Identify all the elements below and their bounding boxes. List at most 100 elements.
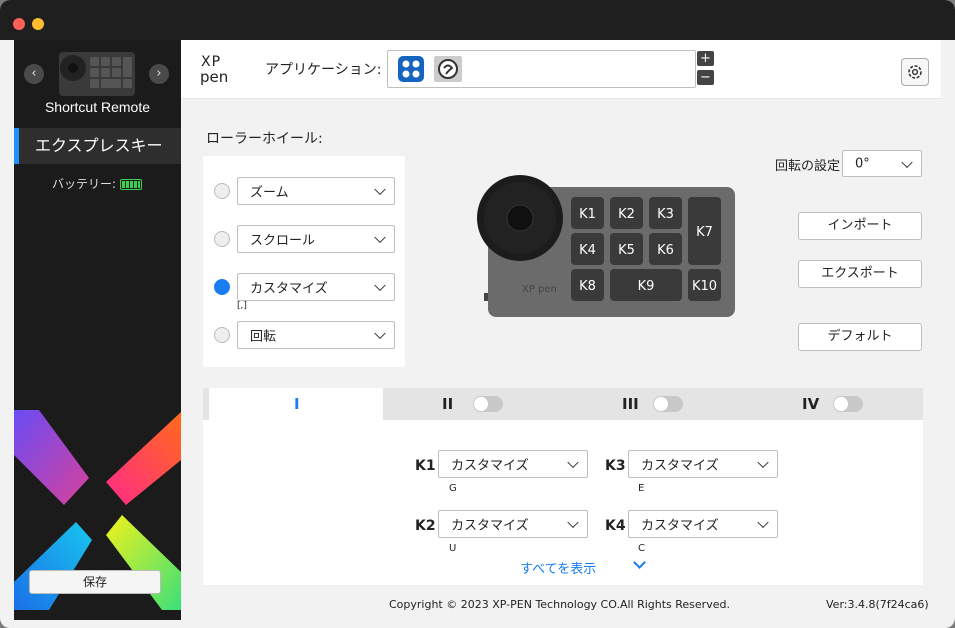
dropdown-value: スクロール <box>250 233 316 249</box>
main-panel: XP pen アプリケーション: + − ローラーホイール: ズーム スクロール… <box>181 40 941 620</box>
dropdown-value: カスタマイズ <box>250 281 328 297</box>
app-icon-clip-studio[interactable] <box>434 56 462 82</box>
dropdown-value: 回転 <box>250 329 277 345</box>
device-name: Shortcut Remote <box>44 99 151 115</box>
device-key-label: K3 <box>657 207 674 222</box>
chevron-down-icon <box>757 516 769 529</box>
application-label: アプリケーション: <box>265 62 382 78</box>
application-list[interactable] <box>387 50 696 88</box>
tab-label: I <box>294 395 300 413</box>
device-key-label: K2 <box>618 207 635 222</box>
chevron-down-icon <box>374 231 386 244</box>
next-device-button[interactable]: › <box>149 64 169 84</box>
chevron-down-icon <box>374 279 386 292</box>
radio-customize[interactable] <box>214 279 230 295</box>
dropdown-value: カスタマイズ <box>641 458 719 474</box>
device-key-label: K6 <box>657 243 674 258</box>
previous-device-button[interactable]: ‹ <box>24 64 44 84</box>
roller-dropdown-zoom[interactable]: ズーム <box>237 177 395 205</box>
device-key-label: K8 <box>579 279 596 294</box>
sidebar: ‹ › Shortcut Remote エクスプレスキー バッテリー: 保存 <box>14 40 181 620</box>
version-text: Ver:3.4.8(7f24ca6) <box>826 598 929 611</box>
key-label: K4 <box>605 518 626 534</box>
dropdown-value: カスタマイズ <box>451 518 529 534</box>
device-key-label: K4 <box>579 243 596 258</box>
tab-label: II <box>442 395 454 413</box>
roller-options-panel: ズーム スクロール カスタマイズ [,] 回転 <box>203 156 405 367</box>
show-all-link[interactable]: すべてを表示 <box>520 558 596 577</box>
key-label: K1 <box>415 458 436 474</box>
tab-label: III <box>622 395 639 413</box>
tab-set-2[interactable]: II <box>383 388 563 420</box>
xp-pen-logo: XP pen <box>200 54 228 86</box>
add-application-button[interactable]: + <box>697 51 714 66</box>
import-button[interactable]: インポート <box>798 212 922 240</box>
key-shortcut: U <box>449 543 457 554</box>
device-brand: XP pen <box>522 284 557 295</box>
svg-text:pen: pen <box>200 68 228 86</box>
radio-rotate[interactable] <box>214 327 230 343</box>
settings-button[interactable] <box>901 58 929 86</box>
roller-dropdown-rotate[interactable]: 回転 <box>237 321 395 349</box>
header: XP pen アプリケーション: + − <box>181 40 941 99</box>
battery-icon <box>120 179 143 190</box>
chevron-down-icon <box>374 183 386 196</box>
key-dropdown-k4[interactable]: カスタマイズ <box>628 510 778 538</box>
tab-label: IV <box>802 395 820 413</box>
device-key-label: K9 <box>638 279 655 294</box>
chevron-down-icon <box>567 516 579 529</box>
copyright-text: Copyright © 2023 XP-PEN Technology CO.Al… <box>389 598 730 611</box>
roller-dropdown-customize[interactable]: カスタマイズ <box>237 273 395 301</box>
rotation-setting-label: 回転の設定 <box>775 159 841 174</box>
chevron-down-icon <box>374 327 386 340</box>
remove-application-button[interactable]: − <box>697 70 714 85</box>
minimize-window-button[interactable] <box>32 18 44 30</box>
save-button[interactable]: 保存 <box>29 570 161 594</box>
selection-indicator <box>14 128 19 164</box>
battery-label: バッテリー: <box>52 177 117 191</box>
key-shortcut: C <box>638 543 645 554</box>
device-key-label: K5 <box>618 243 635 258</box>
custom-shortcut-note: [,] <box>237 301 247 311</box>
roller-dropdown-scroll[interactable]: スクロール <box>237 225 395 253</box>
export-button[interactable]: エクスポート <box>798 260 922 288</box>
chevron-down-icon <box>901 156 913 168</box>
chevron-down-icon <box>567 456 579 469</box>
toggle-set-2[interactable] <box>473 396 503 412</box>
device-illustration: XP pen K1 K2 K3 K4 K5 K6 K7 K8 K9 K10 <box>477 175 735 317</box>
chevron-down-icon[interactable] <box>633 556 646 569</box>
gear-icon <box>908 65 922 79</box>
dropdown-value: カスタマイズ <box>641 518 719 534</box>
radio-zoom[interactable] <box>214 183 230 199</box>
key-dropdown-k3[interactable]: カスタマイズ <box>628 450 778 478</box>
close-window-button[interactable] <box>13 18 25 30</box>
device-key-label: K10 <box>692 279 717 294</box>
key-shortcut: G <box>449 483 457 494</box>
toggle-set-3[interactable] <box>653 396 683 412</box>
sidebar-item-label: エクスプレスキー <box>35 136 163 155</box>
dropdown-value: ズーム <box>250 185 289 201</box>
key-dropdown-k1[interactable]: カスタマイズ <box>438 450 588 478</box>
title-bar <box>0 0 955 40</box>
key-dropdown-k2[interactable]: カスタマイズ <box>438 510 588 538</box>
device-key-label: K7 <box>696 225 713 240</box>
key-shortcut: E <box>638 483 645 494</box>
toggle-set-4[interactable] <box>833 396 863 412</box>
key-set-tabs: I II III IV <box>203 388 923 420</box>
battery-status: バッテリー: <box>52 175 143 192</box>
key-settings-panel: K1 カスタマイズ G K3 カスタマイズ E K2 カスタマイズ U K4 カ… <box>203 420 923 585</box>
tab-set-1[interactable]: I <box>209 388 383 420</box>
dropdown-value: カスタマイズ <box>451 458 529 474</box>
tab-set-4[interactable]: IV <box>743 388 923 420</box>
dropdown-value: 0° <box>855 156 870 171</box>
tab-set-3[interactable]: III <box>563 388 743 420</box>
key-label: K3 <box>605 458 626 474</box>
rotation-dropdown[interactable]: 0° <box>842 150 922 177</box>
radio-scroll[interactable] <box>214 231 230 247</box>
app-icon-all[interactable] <box>398 56 424 82</box>
chevron-down-icon <box>757 456 769 469</box>
default-button[interactable]: デフォルト <box>798 323 922 351</box>
roller-wheel-title: ローラーホイール: <box>206 131 323 147</box>
sidebar-item-express-keys[interactable]: エクスプレスキー <box>14 128 181 164</box>
key-label: K2 <box>415 518 436 534</box>
